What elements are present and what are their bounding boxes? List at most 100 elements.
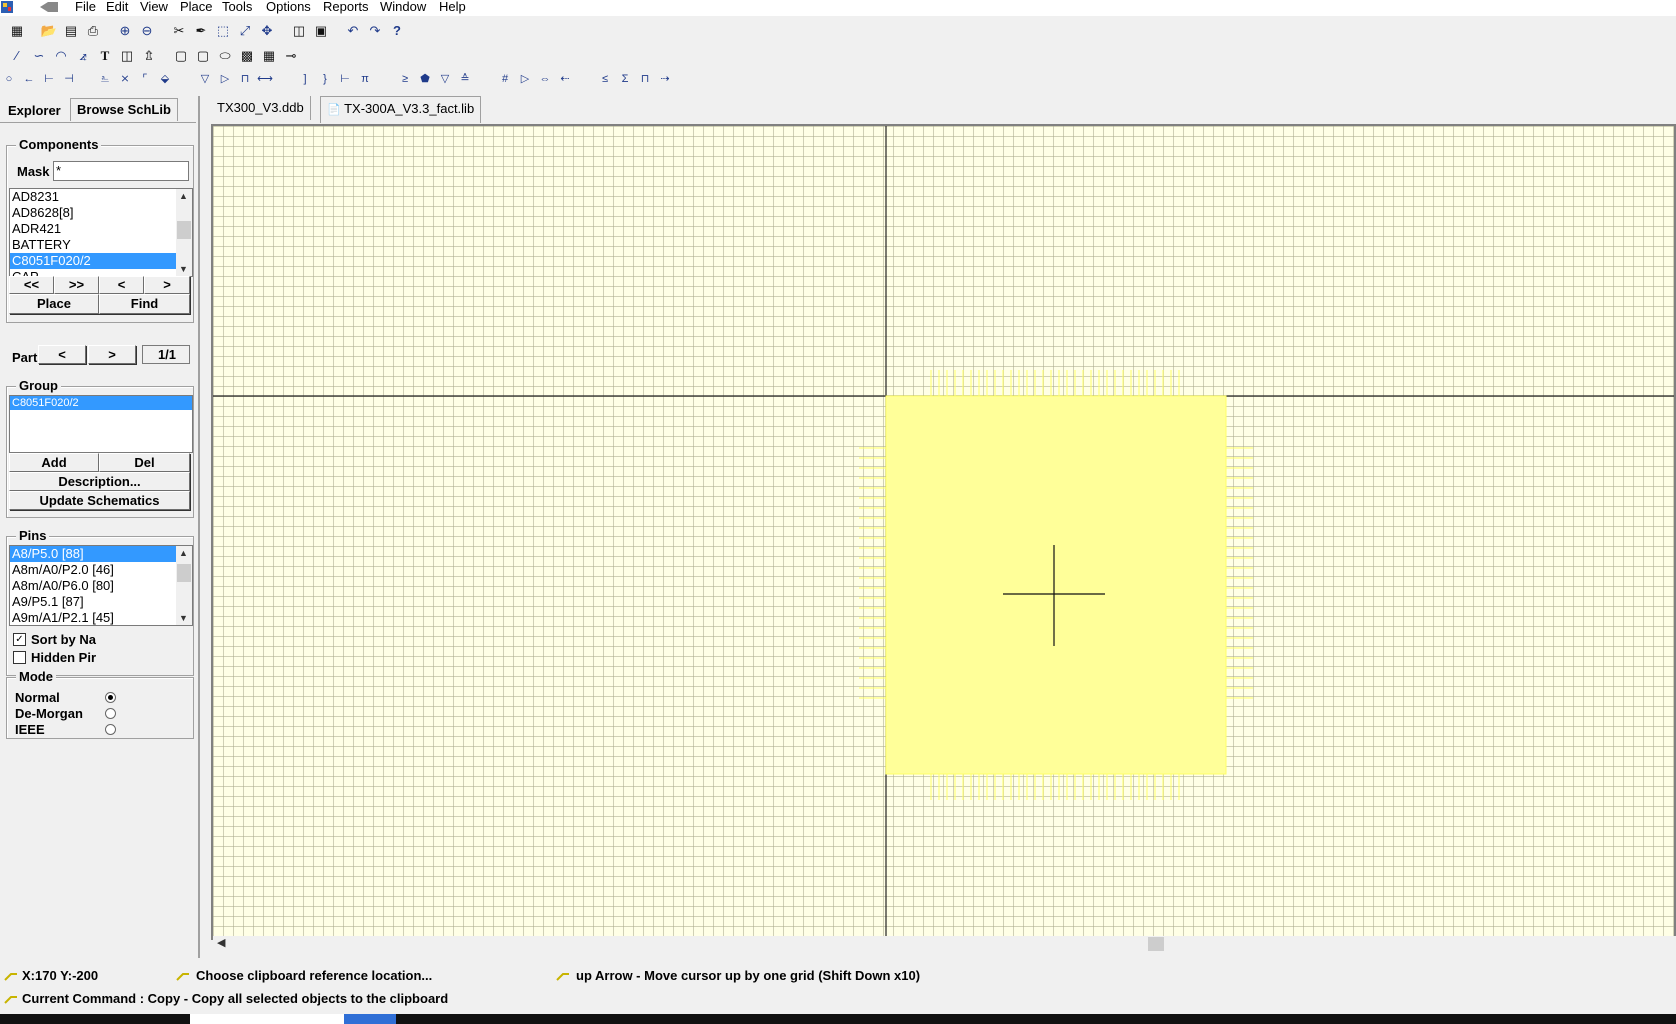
mask-input[interactable]: * xyxy=(53,161,189,181)
canvas-hscrollbar[interactable]: ◀ xyxy=(213,936,1676,952)
list-item[interactable]: ADR421 xyxy=(10,221,192,237)
ieee-postponed-icon[interactable]: ⌜ xyxy=(136,70,154,88)
components-scrollbar[interactable]: ▲ ▼ xyxy=(176,189,192,276)
group-add-button[interactable]: Add xyxy=(9,453,99,472)
ieee-high-current-icon[interactable]: ▷ xyxy=(216,70,234,88)
scroll-down-icon[interactable]: ▼ xyxy=(179,264,188,274)
select-area-icon[interactable]: ⬚ xyxy=(214,22,232,40)
menu-help[interactable]: Help xyxy=(439,0,466,14)
mode-demorgan-radio[interactable] xyxy=(105,708,116,719)
pins-list[interactable]: A8/P5.0 [88] A8m/A0/P2.0 [46] A8m/A0/P6.0 … xyxy=(9,545,193,626)
bezier-icon[interactable]: ∽ xyxy=(30,47,48,65)
list-item[interactable]: A8m/A0/P6.0 [80] xyxy=(10,578,192,594)
tab-lib-document[interactable]: 📄 TX-300A_V3.3_fact.lib xyxy=(320,96,482,123)
list-item[interactable]: BATTERY xyxy=(10,237,192,253)
library-icon[interactable]: ◫ xyxy=(290,22,308,40)
menu-window[interactable]: Window xyxy=(380,0,426,14)
part-next-button[interactable]: > xyxy=(88,345,136,364)
ieee-schmitt-icon[interactable]: ⊓ xyxy=(636,70,654,88)
last-component-button[interactable]: >> xyxy=(54,276,99,294)
ieee-greater-equal-icon[interactable]: ≥ xyxy=(396,70,414,88)
ieee-group-line-icon[interactable]: ] xyxy=(296,70,314,88)
ieee-open-collector-pullup-icon[interactable]: ⬟ xyxy=(416,70,434,88)
tab-explorer[interactable]: Explorer xyxy=(8,100,61,122)
sort-by-name-checkbox[interactable]: ✓ xyxy=(13,633,26,646)
component-body[interactable] xyxy=(885,395,1227,775)
polygon-icon[interactable]: ⦨ xyxy=(74,47,92,65)
taskbar-item[interactable] xyxy=(344,1014,396,1024)
new-part-icon[interactable]: ◫ xyxy=(118,47,136,65)
scroll-down-icon[interactable]: ▼ xyxy=(179,613,188,623)
hidden-pins-checkbox[interactable] xyxy=(13,651,26,664)
array-paste-icon[interactable]: ▦ xyxy=(260,47,278,65)
ieee-less-equal-icon[interactable]: ≤ xyxy=(596,70,614,88)
system-menu-icon[interactable] xyxy=(38,1,60,13)
ieee-right-left-flow-icon[interactable]: ← xyxy=(20,70,38,88)
menu-file[interactable]: File xyxy=(75,0,96,14)
menu-view[interactable]: View xyxy=(140,0,168,14)
prev-component-button[interactable]: < xyxy=(99,276,144,294)
components-list[interactable]: AD8231 AD8628[8] ADR421 BATTERY C8051F020/2 C… xyxy=(9,188,193,277)
ieee-open-emitter-pullup-icon[interactable]: ≙ xyxy=(456,70,474,88)
help-icon[interactable]: ? xyxy=(388,22,406,40)
ieee-shift-right-icon[interactable]: ⇢ xyxy=(656,70,674,88)
rounded-rectangle-icon[interactable]: ▢ xyxy=(194,47,212,65)
menu-options[interactable]: Options xyxy=(266,0,311,14)
list-item[interactable]: A9/P5.1 [87] xyxy=(10,594,192,610)
save-icon[interactable]: ▤ xyxy=(62,22,80,40)
paste-icon[interactable]: ✒ xyxy=(192,22,210,40)
mode-ieee-radio[interactable] xyxy=(105,724,116,735)
rectangle-icon[interactable]: ▢ xyxy=(172,47,190,65)
place-button[interactable]: Place xyxy=(9,294,99,314)
list-item[interactable]: AD8231 xyxy=(10,189,192,205)
ieee-hiz-icon[interactable]: ▽ xyxy=(196,70,214,88)
ieee-digital-signal-icon[interactable]: # xyxy=(496,70,514,88)
list-item[interactable]: C8051F020/2 xyxy=(10,253,192,269)
schematic-canvas[interactable] xyxy=(211,124,1676,940)
taskbar-item[interactable] xyxy=(190,1014,344,1024)
scroll-left-icon[interactable]: ◀ xyxy=(217,936,225,949)
menu-edit[interactable]: Edit xyxy=(106,0,128,14)
ieee-input-output-icon[interactable]: ⇔ xyxy=(536,70,554,88)
move-icon[interactable]: ✥ xyxy=(258,22,276,40)
cut-icon[interactable]: ✂ xyxy=(170,22,188,40)
arc-icon[interactable]: ◠ xyxy=(52,47,70,65)
ieee-clock-icon[interactable]: ⊢ xyxy=(40,70,58,88)
ieee-pi-icon[interactable]: π xyxy=(356,70,374,88)
ieee-active-low-input-icon[interactable]: ⊣ xyxy=(60,70,78,88)
mode-normal-radio[interactable] xyxy=(105,692,116,703)
tab-ddb-document[interactable]: TX300_V3.ddb xyxy=(211,96,311,120)
list-item[interactable]: A8/P5.0 [88] xyxy=(10,546,192,562)
scroll-up-icon[interactable]: ▲ xyxy=(179,548,188,558)
first-component-button[interactable]: << xyxy=(9,276,54,294)
menu-tools[interactable]: Tools xyxy=(222,0,252,14)
group-del-button[interactable]: Del xyxy=(99,453,190,472)
ieee-pulse-icon[interactable]: ⊓ xyxy=(236,70,254,88)
find-button[interactable]: Find xyxy=(99,294,190,314)
line-icon[interactable]: ∕ xyxy=(8,47,26,65)
undo-icon[interactable]: ↶ xyxy=(344,22,362,40)
scroll-up-icon[interactable]: ▲ xyxy=(179,191,188,201)
menu-place[interactable]: Place xyxy=(180,0,213,14)
open-folder-icon[interactable]: 📂 xyxy=(40,22,58,40)
ieee-dot-icon[interactable]: ○ xyxy=(0,70,18,88)
zoom-out-icon[interactable]: ⊖ xyxy=(138,22,156,40)
tab-browse-schlib[interactable]: Browse SchLib xyxy=(70,98,178,121)
graphic-icon[interactable]: ▩ xyxy=(238,47,256,65)
part-prev-button[interactable]: < xyxy=(38,345,86,364)
ieee-sigma-icon[interactable]: Σ xyxy=(616,70,634,88)
ieee-analog-icon[interactable]: ⎁ xyxy=(96,70,114,88)
next-component-button[interactable]: > xyxy=(144,276,190,294)
list-item[interactable]: C8051F020/2 xyxy=(10,396,192,410)
menu-reports[interactable]: Reports xyxy=(323,0,369,14)
group-list[interactable]: C8051F020/2 xyxy=(9,395,193,453)
list-item[interactable]: AD8628[8] xyxy=(10,205,192,221)
ieee-invertor-icon[interactable]: ▷ xyxy=(516,70,534,88)
ellipse-icon[interactable]: ⬭ xyxy=(216,47,234,65)
ieee-open-emitter-icon[interactable]: ▽ xyxy=(436,70,454,88)
ieee-not-logic-icon[interactable]: ⨯ xyxy=(116,70,134,88)
pin-icon[interactable]: ⊸ xyxy=(282,47,300,65)
description-button[interactable]: Description... xyxy=(9,472,190,491)
print-icon[interactable]: ⎙ xyxy=(84,22,102,40)
text-icon[interactable]: T xyxy=(96,47,114,65)
